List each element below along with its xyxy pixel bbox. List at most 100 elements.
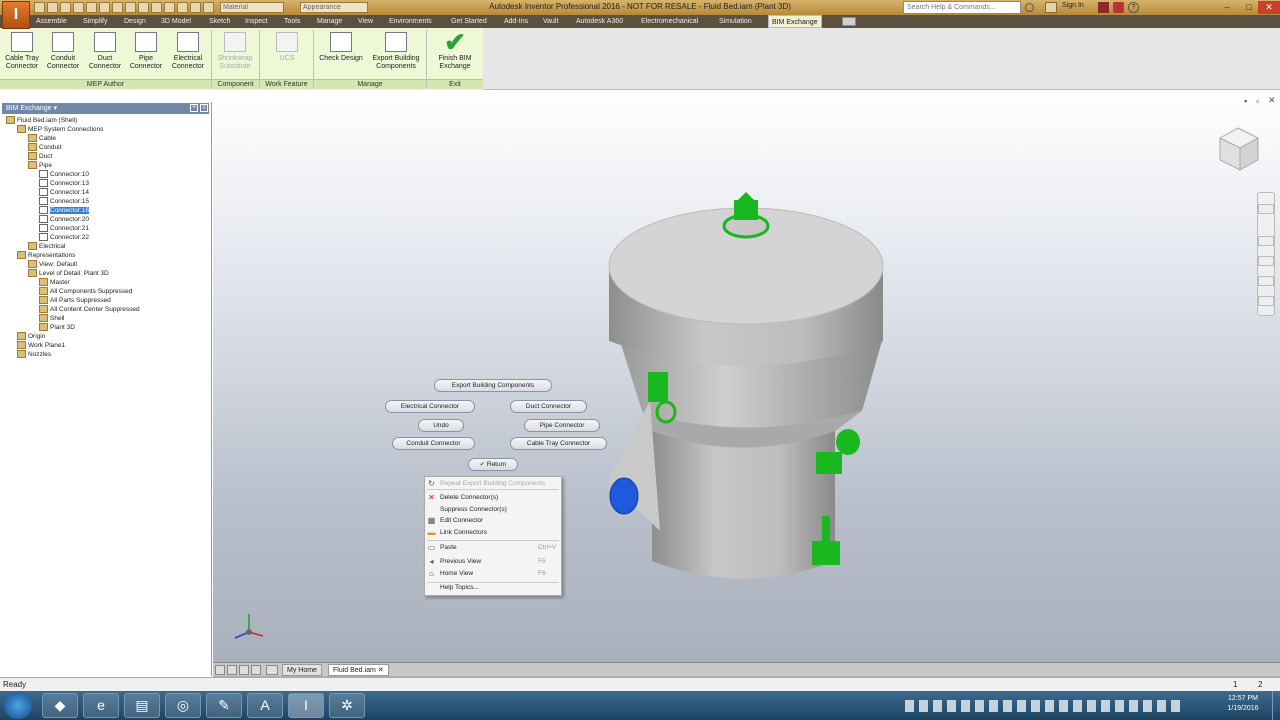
tab-nav-prev-icon[interactable] — [227, 665, 237, 675]
tab-electromechanical[interactable]: Electromechanical — [638, 15, 701, 28]
electrical-connector-chip[interactable]: Electrical Connector — [385, 400, 475, 413]
tree-item[interactable]: Level of Detail: Plant 3D — [0, 269, 210, 278]
export-building-components-chip[interactable]: Export Building Components — [434, 379, 552, 392]
fx-icon[interactable] — [203, 2, 214, 13]
tab-3d-model[interactable]: 3D Model — [158, 15, 194, 28]
tab-close-icon[interactable]: ✕ — [378, 667, 384, 674]
tree-item[interactable]: Representations — [0, 251, 210, 260]
tab-sketch[interactable]: Sketch — [206, 15, 233, 28]
settings-app-icon[interactable]: ✲ — [329, 693, 365, 718]
tab-manage[interactable]: Manage — [314, 15, 345, 28]
context-menu-item[interactable]: Delete Connector(s) — [440, 493, 498, 503]
tab-design[interactable]: Design — [121, 15, 149, 28]
notepad-icon[interactable]: ✎ — [206, 693, 242, 718]
internet-explorer-icon[interactable]: e — [83, 693, 119, 718]
tab-fluid-bed[interactable]: Fluid Bed.iam ✕ — [328, 664, 389, 676]
tab-tools[interactable]: Tools — [281, 15, 303, 28]
sign-in-link[interactable]: Sign In — [1062, 2, 1084, 9]
cable-tray-connector-chip[interactable]: Cable Tray Connector — [510, 437, 607, 450]
tree-item[interactable]: Connector:15 — [0, 197, 210, 206]
pipe-connector-button[interactable]: Pipe Connector — [126, 30, 166, 76]
context-menu-item[interactable]: Link Connectors — [440, 528, 487, 538]
autocad-icon[interactable]: A — [247, 693, 283, 718]
print-icon[interactable] — [151, 2, 162, 13]
web-browser-icon[interactable]: ◎ — [165, 693, 201, 718]
undo-icon[interactable] — [73, 2, 84, 13]
material-dropdown[interactable]: Material — [220, 2, 284, 13]
tree-item[interactable]: Work Plane1 — [0, 341, 210, 350]
tree-item[interactable]: All Parts Suppressed — [0, 296, 210, 305]
tree-item[interactable]: Cable — [0, 134, 210, 143]
viewcube-icon[interactable] — [1212, 122, 1264, 174]
redo-icon[interactable] — [86, 2, 97, 13]
tree-item[interactable]: Plant 3D — [0, 323, 210, 332]
fluid-bed-model[interactable] — [600, 186, 900, 586]
zoom-icon[interactable] — [1258, 256, 1274, 266]
maximize-button[interactable]: □ — [1238, 1, 1260, 14]
start-button[interactable] — [4, 692, 32, 719]
outlook-icon[interactable]: ◆ — [42, 693, 78, 718]
look-at-icon[interactable] — [1258, 296, 1274, 306]
cable-tray-connector-button[interactable]: Cable Tray Connector — [2, 30, 42, 76]
tab-vault[interactable]: Vault — [540, 15, 561, 28]
tree-item[interactable]: Master — [0, 278, 210, 287]
return-chip[interactable]: ✔ Return — [468, 458, 518, 471]
search-input[interactable]: Search Help & Commands... — [903, 1, 1021, 14]
snap-icon[interactable] — [190, 2, 201, 13]
context-menu-item[interactable]: Previous View — [440, 557, 481, 567]
tab-add-ins[interactable]: Add-Ins — [501, 15, 531, 28]
tree-item[interactable]: Origin — [0, 332, 210, 341]
tab-nav-first-icon[interactable] — [215, 665, 225, 675]
tree-item[interactable]: Nozzles — [0, 350, 210, 359]
tree-item[interactable]: Connector:22 — [0, 233, 210, 242]
context-menu-item[interactable]: Help Topics... — [440, 583, 479, 593]
panel-toggle-icon[interactable] — [842, 17, 856, 26]
pipe-connector-chip[interactable]: Pipe Connector — [524, 419, 600, 432]
tab-my-home[interactable]: My Home — [282, 664, 322, 676]
appearance-dropdown[interactable]: Appearance — [300, 2, 368, 13]
clock[interactable]: 12:57 PM 1/19/2016 — [1218, 694, 1268, 714]
system-tray-icons[interactable] — [905, 700, 1185, 712]
shrinkwrap-substitute-button[interactable]: Shrinkwrap Substitute — [213, 30, 257, 76]
duct-connector-button[interactable]: Duct Connector — [84, 30, 126, 76]
viewport-restore-icon[interactable]: ▫ — [1256, 96, 1259, 106]
tab-inspect[interactable]: Inspect — [242, 15, 271, 28]
tab-menu-icon[interactable] — [266, 665, 278, 675]
conduit-connector-chip[interactable]: Conduit Connector — [392, 437, 475, 450]
tree-item[interactable]: Shell — [0, 314, 210, 323]
viewport-minimize-icon[interactable]: ▪ — [1244, 96, 1247, 106]
context-menu-item[interactable]: Home View — [440, 569, 473, 579]
ucs-button[interactable]: UCS — [264, 30, 310, 76]
tab-environments[interactable]: Environments — [386, 15, 435, 28]
minimize-button[interactable]: – — [1216, 1, 1238, 14]
tab-view[interactable]: View — [355, 15, 376, 28]
context-menu-item[interactable]: Suppress Connector(s) — [440, 505, 507, 515]
tree-item[interactable]: Pipe — [0, 161, 210, 170]
select-icon[interactable] — [112, 2, 123, 13]
open-icon[interactable] — [47, 2, 58, 13]
show-desktop-button[interactable] — [1272, 691, 1280, 720]
help-icon[interactable]: ? — [1128, 2, 1139, 13]
tree-item[interactable]: Connector:21 — [0, 224, 210, 233]
tab-nav-last-icon[interactable] — [251, 665, 261, 675]
steering-wheel-icon[interactable] — [1258, 204, 1274, 214]
file-explorer-icon[interactable]: ▤ — [124, 693, 160, 718]
autodesk-icon[interactable] — [1113, 2, 1124, 13]
tab-autodesk-a360[interactable]: Autodesk A360 — [573, 15, 626, 28]
cart-icon[interactable] — [1098, 2, 1109, 13]
tree-item[interactable]: Fluid Bed.iam (Shell) — [0, 116, 210, 125]
tree-item[interactable]: Connector:20 — [0, 215, 210, 224]
check-design-button[interactable]: Check Design — [316, 30, 366, 76]
new-icon[interactable] — [34, 2, 45, 13]
home-icon[interactable] — [99, 2, 110, 13]
context-menu-item[interactable]: Edit Connector — [440, 516, 483, 526]
tree-item[interactable]: Connector:14 — [0, 188, 210, 197]
inventor-taskbar-icon[interactable]: I — [288, 693, 324, 718]
tree-item[interactable]: Connector:10 — [0, 170, 210, 179]
browser-header[interactable]: BIM Exchange ▾ — [2, 103, 209, 114]
electrical-connector-button[interactable]: Electrical Connector — [167, 30, 209, 76]
tree-item[interactable]: Duct — [0, 152, 210, 161]
pan-icon[interactable] — [1258, 236, 1274, 246]
tab-nav-next-icon[interactable] — [239, 665, 249, 675]
context-menu-item[interactable]: Paste — [440, 543, 457, 553]
